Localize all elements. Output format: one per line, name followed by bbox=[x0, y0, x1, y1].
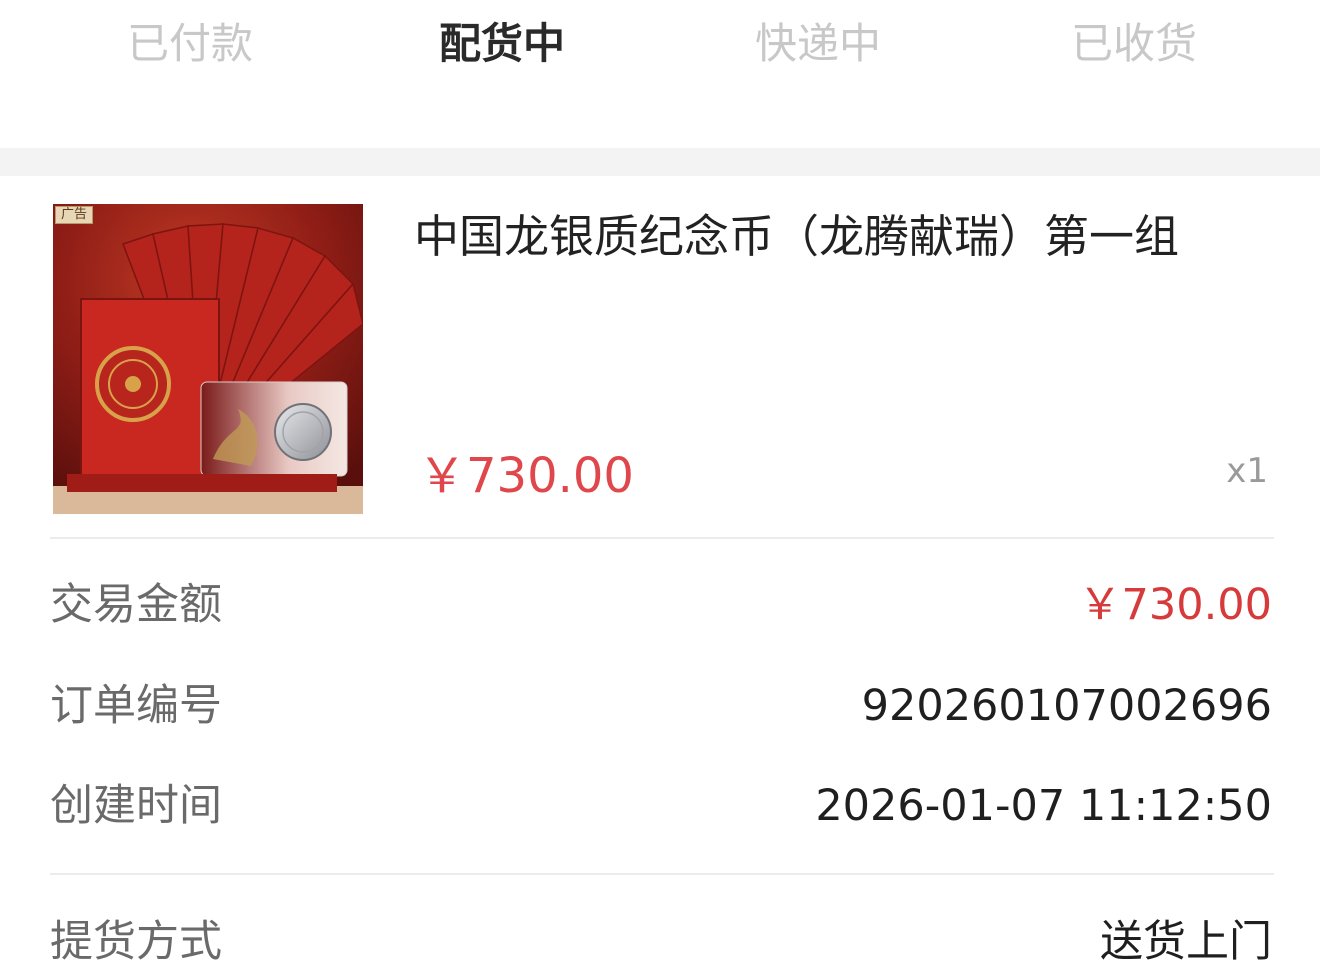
order-number-label: 订单编号 bbox=[50, 681, 222, 731]
step-picking: 配货中 bbox=[438, 19, 565, 68]
transaction-amount-row: 交易金额 ￥730.00 bbox=[50, 575, 1272, 635]
transaction-amount-label: 交易金额 bbox=[50, 580, 222, 630]
pickup-method-row: 提货方式 送货上门 bbox=[50, 912, 1272, 972]
pickup-method-value: 送货上门 bbox=[1100, 917, 1272, 967]
divider bbox=[50, 537, 1274, 539]
section-separator bbox=[0, 148, 1320, 176]
step-received: 已收货 bbox=[1070, 19, 1197, 68]
created-time-value: 2026-01-07 11:12:50 bbox=[815, 781, 1272, 831]
step-shipping: 快递中 bbox=[754, 19, 881, 68]
order-number-row: 订单编号 920260107002696 bbox=[50, 676, 1272, 736]
product-title[interactable]: 中国龙银质纪念币（龙腾献瑞）第一组 bbox=[414, 206, 1294, 268]
step-paid: 已付款 bbox=[126, 19, 253, 68]
product-image[interactable]: 广告 bbox=[53, 204, 363, 514]
transaction-amount-value: ￥730.00 bbox=[1078, 580, 1272, 630]
created-time-label: 创建时间 bbox=[50, 781, 222, 831]
product-quantity: x1 bbox=[1226, 451, 1268, 491]
ad-badge: 广告 bbox=[55, 206, 94, 224]
product-price: ￥730.00 bbox=[418, 448, 634, 504]
order-status-steps: 已付款 配货中 快递中 已收货 bbox=[0, 0, 1320, 148]
pickup-method-label: 提货方式 bbox=[50, 917, 222, 967]
divider bbox=[50, 873, 1274, 875]
created-time-row: 创建时间 2026-01-07 11:12:50 bbox=[50, 776, 1272, 836]
order-number-value[interactable]: 920260107002696 bbox=[862, 676, 1272, 736]
product-image-art bbox=[53, 204, 363, 514]
